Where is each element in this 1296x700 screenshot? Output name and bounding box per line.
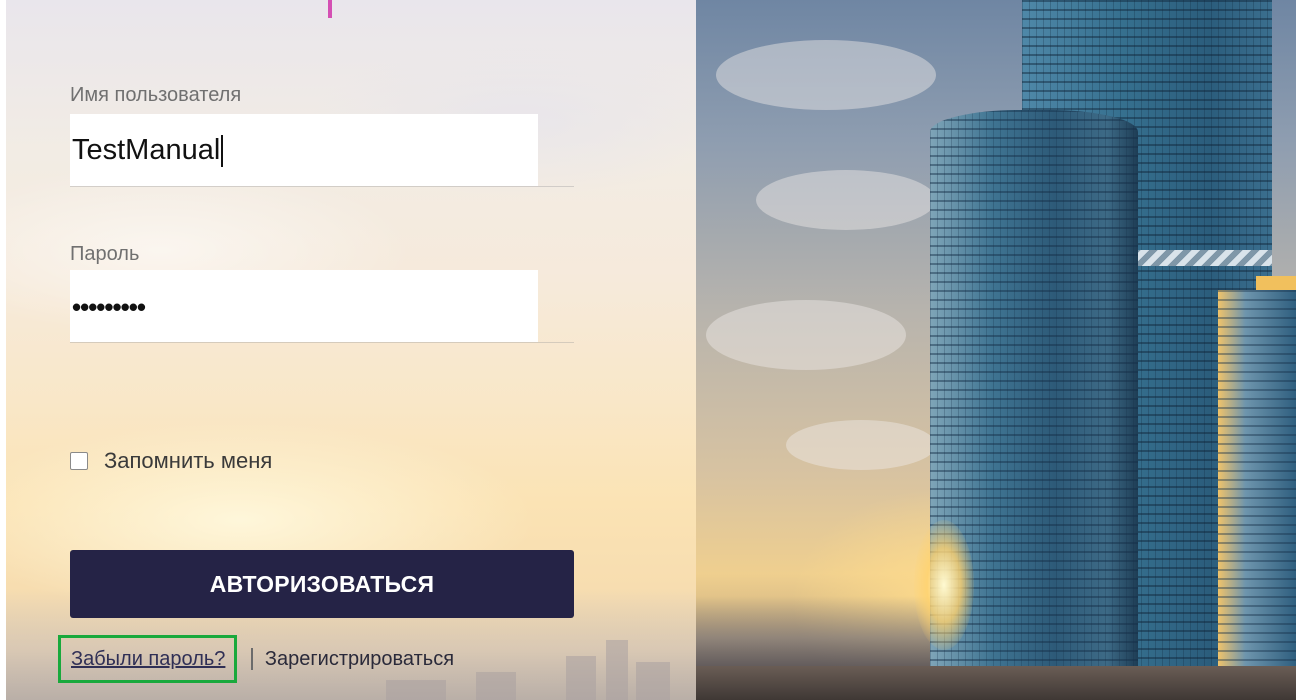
username-input[interactable]: TestManual xyxy=(72,133,224,168)
sun-glow xyxy=(914,520,974,650)
remember-me[interactable]: Запомнить меня xyxy=(70,448,272,474)
cloud xyxy=(706,300,906,370)
login-button[interactable]: АВТОРИЗОВАТЬСЯ xyxy=(70,550,574,618)
password-underline xyxy=(70,342,574,343)
cloud xyxy=(786,420,936,470)
auth-links: Забыли пароль? Зарегистрироваться xyxy=(58,634,454,684)
forgot-password-highlight: Забыли пароль? xyxy=(58,635,238,683)
remember-me-checkbox[interactable] xyxy=(70,452,88,470)
street xyxy=(696,666,1296,700)
link-divider xyxy=(251,648,253,670)
accent-mark xyxy=(328,0,332,18)
username-field[interactable]: TestManual xyxy=(70,114,538,186)
cloud xyxy=(756,170,936,230)
username-value: TestManual xyxy=(72,134,221,166)
login-page: Имя пользователя TestManual Пароль •••••… xyxy=(0,0,1296,700)
text-caret xyxy=(221,135,224,168)
cloud xyxy=(716,40,936,110)
password-field[interactable]: ••••••••• xyxy=(70,270,538,342)
remember-me-label[interactable]: Запомнить меня xyxy=(104,448,272,474)
password-label: Пароль xyxy=(70,243,140,265)
register-link[interactable]: Зарегистрироваться xyxy=(265,648,454,671)
username-underline xyxy=(70,186,574,187)
password-input[interactable]: ••••••••• xyxy=(72,292,146,322)
forgot-password-link[interactable]: Забыли пароль? xyxy=(71,648,225,671)
hero-photo xyxy=(696,0,1296,700)
username-label: Имя пользователя xyxy=(70,84,242,106)
distant-city xyxy=(696,596,930,666)
skyscraper-right xyxy=(1218,290,1296,670)
